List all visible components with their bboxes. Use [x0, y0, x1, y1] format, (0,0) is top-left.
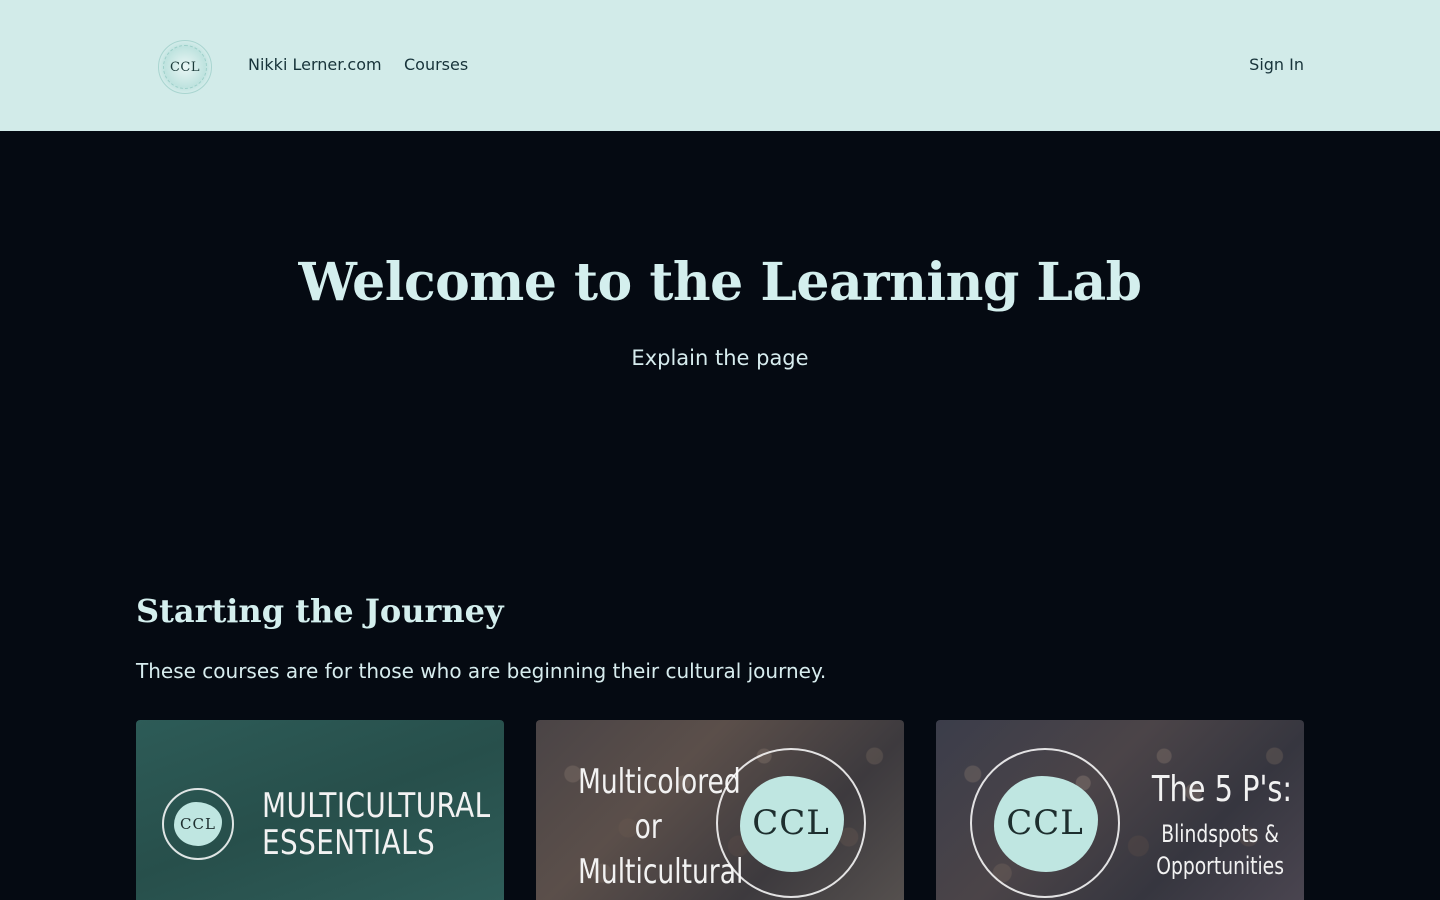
- course-subtitle-line: Opportunities: [1156, 852, 1284, 880]
- section-title: Starting the Journey: [136, 592, 504, 630]
- course-subtitle-line: Blindspots &: [1161, 820, 1279, 848]
- site-header: CCL Nikki Lerner.com Courses Sign In: [0, 0, 1440, 131]
- ccl-badge: CCL: [970, 748, 1120, 898]
- badge-text: CCL: [1006, 803, 1084, 843]
- course-card-multicolored-or-multicultural[interactable]: Multicolored or Multicultural CCL: [536, 720, 904, 900]
- course-title: Multicolored or Multicultural: [578, 760, 744, 895]
- badge-text: CCL: [180, 815, 216, 833]
- course-title-line: or: [634, 807, 662, 847]
- ccl-logo[interactable]: CCL: [158, 40, 212, 94]
- course-title-line: Multicultural: [578, 852, 744, 892]
- nav-link-courses[interactable]: Courses: [404, 55, 468, 75]
- sign-in-link[interactable]: Sign In: [1249, 55, 1304, 75]
- nav-link-nikki-lerner[interactable]: Nikki Lerner.com: [248, 55, 382, 75]
- course-title-line: MULTICULTURAL: [262, 786, 491, 826]
- hero-subtitle: Explain the page: [631, 346, 809, 370]
- course-card-the-5-ps[interactable]: CCL The 5 P's: Blindspots & Opportunitie…: [936, 720, 1304, 900]
- ccl-badge: CCL: [162, 788, 234, 860]
- badge-text: CCL: [752, 803, 830, 843]
- ccl-badge: CCL: [716, 748, 866, 898]
- course-subtitle: Blindspots & Opportunities: [1146, 818, 1294, 882]
- section-description: These courses are for those who are begi…: [136, 659, 827, 683]
- course-title: The 5 P's:: [1151, 769, 1293, 810]
- hero-title: Welcome to the Learning Lab: [298, 252, 1142, 313]
- course-title: MULTICULTURAL ESSENTIALS: [262, 788, 491, 862]
- course-card-multicultural-essentials[interactable]: CCL MULTICULTURAL ESSENTIALS: [136, 720, 504, 900]
- course-title-line: Multicolored: [578, 762, 741, 802]
- course-title-line: ESSENTIALS: [262, 823, 436, 863]
- logo-text: CCL: [169, 59, 201, 75]
